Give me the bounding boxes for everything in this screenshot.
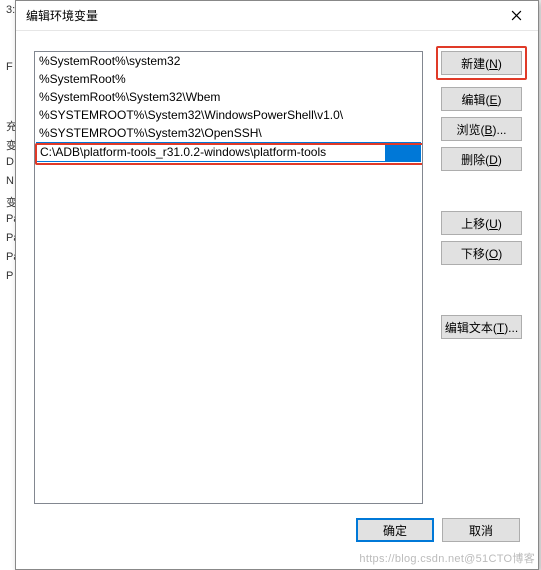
movedown-button[interactable]: 下移(O): [441, 241, 522, 265]
list-item[interactable]: %SystemRoot%\System32\Wbem: [35, 88, 422, 106]
dialog-footer: 确定 取消: [34, 518, 522, 542]
list-item[interactable]: %SystemRoot%: [35, 70, 422, 88]
list-item-editing[interactable]: [36, 142, 421, 162]
close-icon: [511, 10, 522, 21]
list-item[interactable]: %SYSTEMROOT%\System32\WindowsPowerShell\…: [35, 106, 422, 124]
highlight-annotation: 新建(N): [436, 46, 527, 80]
moveup-button[interactable]: 上移(U): [441, 211, 522, 235]
edit-button[interactable]: 编辑(E): [441, 87, 522, 111]
button-column: 新建(N) 编辑(E) 浏览(B)... 删除(D) 上移(U) 下移(O) 编…: [441, 51, 522, 504]
edittext-button[interactable]: 编辑文本(T)...: [441, 315, 522, 339]
dialog-title: 编辑环境变量: [26, 7, 98, 24]
list-item[interactable]: %SYSTEMROOT%\System32\OpenSSH\: [35, 124, 422, 142]
selection-highlight: [385, 143, 420, 161]
path-listbox[interactable]: %SystemRoot%\system32 %SystemRoot% %Syst…: [34, 51, 423, 504]
delete-button[interactable]: 删除(D): [441, 147, 522, 171]
titlebar: 编辑环境变量: [16, 1, 538, 31]
edit-env-var-dialog: 编辑环境变量 %SystemRoot%\system32 %SystemRoot…: [15, 0, 539, 570]
close-button[interactable]: [494, 1, 538, 31]
ok-button[interactable]: 确定: [356, 518, 434, 542]
new-button[interactable]: 新建(N): [441, 51, 522, 75]
path-edit-input[interactable]: [37, 143, 385, 161]
list-item[interactable]: %SystemRoot%\system32: [35, 52, 422, 70]
cancel-button[interactable]: 取消: [442, 518, 520, 542]
browse-button[interactable]: 浏览(B)...: [441, 117, 522, 141]
